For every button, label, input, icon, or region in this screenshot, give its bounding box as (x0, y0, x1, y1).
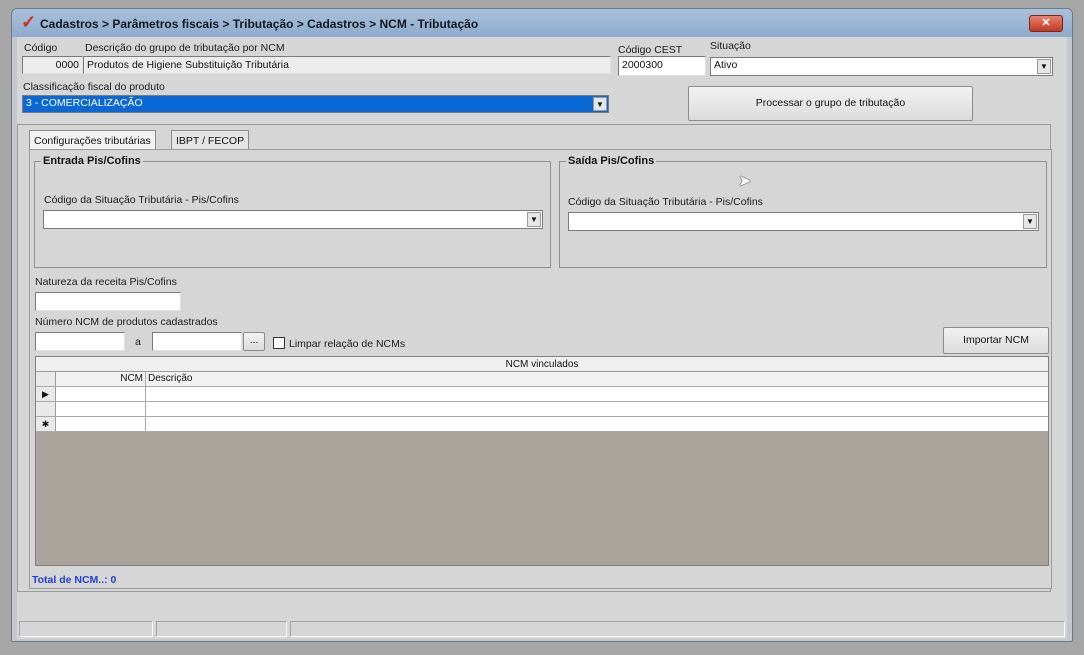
limpar-checkbox[interactable] (273, 337, 285, 349)
grid-header-row: NCM Descrição (36, 372, 1048, 387)
column-header-ncm[interactable]: NCM (56, 372, 146, 386)
column-header-descricao[interactable]: Descrição (146, 372, 1048, 386)
entrada-title: Entrada Pis/Cofins (41, 155, 143, 167)
chevron-down-icon[interactable]: ▼ (1023, 214, 1037, 229)
situacao-select[interactable]: Ativo ▼ (710, 57, 1053, 76)
title-bar[interactable]: ✓ Cadastros > Parâmetros fiscais > Tribu… (12, 9, 1072, 37)
mouse-pointer-icon: ➤ (738, 173, 752, 190)
table-row[interactable]: ▶ (36, 387, 1048, 402)
row-indicator (36, 402, 56, 416)
importar-ncm-button[interactable]: Importar NCM (943, 327, 1049, 354)
total-ncm-label: Total de NCM..: 0 (32, 574, 117, 586)
codigo-field[interactable]: 0000 (22, 56, 83, 74)
ncm-from-field[interactable] (35, 332, 125, 351)
chevron-down-icon[interactable]: ▼ (593, 97, 607, 111)
descricao-field[interactable]: Produtos de Higiene Substituição Tributá… (83, 56, 611, 74)
ncm-range-separator: a (135, 336, 141, 348)
cell-ncm[interactable] (56, 402, 146, 416)
grid-corner (36, 372, 56, 386)
situacao-label: Situação (710, 40, 751, 52)
ncm-to-field[interactable] (152, 332, 242, 351)
cell-descricao[interactable] (146, 417, 1048, 431)
processar-button[interactable]: Processar o grupo de tributação (688, 86, 973, 121)
cell-ncm[interactable] (56, 387, 146, 401)
natureza-field[interactable] (35, 292, 181, 311)
grid-caption: NCM vinculados (36, 357, 1048, 372)
cell-ncm[interactable] (56, 417, 146, 431)
window-title: Cadastros > Parâmetros fiscais > Tributa… (40, 17, 479, 31)
saida-cst-label: Código da Situação Tributária - Pis/Cofi… (568, 196, 763, 208)
browse-ncm-button[interactable]: ... (243, 332, 265, 351)
cell-descricao[interactable] (146, 402, 1048, 416)
saida-group: Saída Pis/Cofins Código da Situação Trib… (559, 155, 1047, 268)
classificacao-value: 3 - COMERCIALIZAÇÃO (26, 97, 143, 109)
saida-cst-select[interactable]: ▼ (568, 212, 1039, 231)
cell-descricao[interactable] (146, 387, 1048, 401)
check-logo-icon: ✓ (21, 12, 37, 32)
status-bar (17, 619, 1067, 639)
entrada-cst-label: Código da Situação Tributária - Pis/Cofi… (44, 194, 239, 206)
situacao-value: Ativo (714, 59, 738, 71)
table-row[interactable]: ✱ (36, 417, 1048, 432)
entrada-group: Entrada Pis/Cofins Código da Situação Tr… (34, 155, 551, 268)
saida-title: Saída Pis/Cofins (566, 155, 657, 167)
new-row-asterisk-icon: ✱ (36, 417, 56, 431)
chevron-down-icon[interactable]: ▼ (1037, 59, 1051, 74)
current-row-arrow-icon: ▶ (36, 387, 56, 401)
table-row[interactable] (36, 402, 1048, 417)
ncm-range-label: Número NCM de produtos cadastrados (35, 316, 218, 328)
status-cell-2 (156, 621, 287, 637)
ncm-grid: NCM vinculados NCM Descrição ▶ ✱ (35, 356, 1049, 566)
classificacao-select[interactable]: 3 - COMERCIALIZAÇÃO ▼ (22, 95, 609, 113)
natureza-label: Natureza da receita Pis/Cofins (35, 276, 177, 288)
descricao-label: Descrição do grupo de tributação por NCM (85, 42, 285, 54)
cest-field[interactable]: 2000300 (618, 56, 706, 76)
codigo-label: Código (24, 42, 58, 54)
cest-label: Código CEST (618, 44, 683, 56)
chevron-down-icon[interactable]: ▼ (527, 212, 541, 227)
classificacao-label: Classificação fiscal do produto (23, 81, 165, 93)
close-button[interactable]: ✕ (1029, 15, 1063, 32)
limpar-label: Limpar relação de NCMs (289, 338, 406, 350)
app-window: ✓ Cadastros > Parâmetros fiscais > Tribu… (11, 8, 1073, 642)
status-cell-3 (290, 621, 1065, 637)
entrada-cst-select[interactable]: ▼ (43, 210, 543, 229)
tab-configuracoes[interactable]: Configurações tributárias (29, 130, 156, 150)
tab-ibpt-fecop[interactable]: IBPT / FECOP (171, 130, 250, 150)
status-cell-1 (19, 621, 153, 637)
